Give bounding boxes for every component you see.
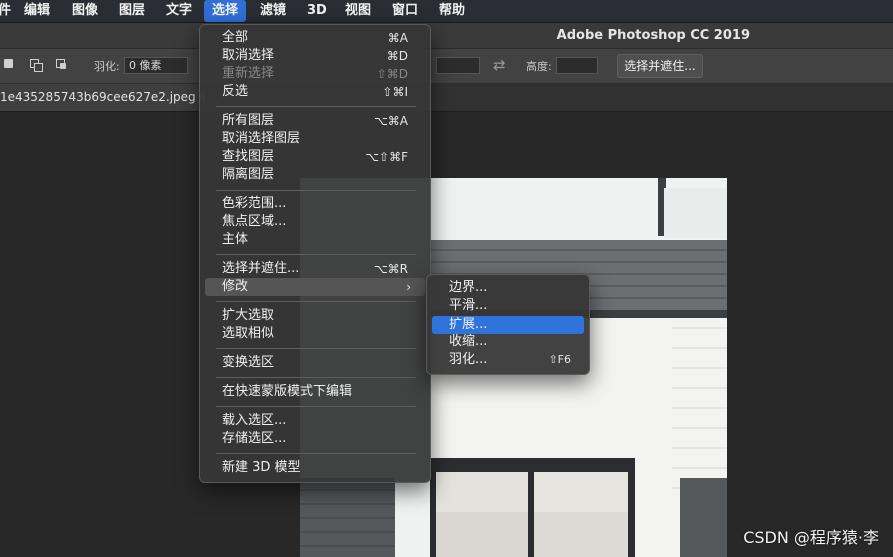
width-input[interactable]	[436, 57, 480, 74]
feather-label: 羽化:	[94, 60, 120, 73]
menu-item-focus-area[interactable]: 焦点区域...	[222, 213, 408, 231]
menu-separator	[216, 406, 416, 407]
menu-item-transform-selection[interactable]: 变换选区	[222, 354, 408, 372]
menu-type[interactable]: 文字	[160, 0, 198, 22]
modify-submenu: 边界... 平滑... 扩展... 收缩... 羽化... ⇧F6	[426, 274, 590, 375]
menu-item-similar[interactable]: 选取相似	[222, 325, 408, 343]
window-titlebar: Adobe Photoshop CC 2019	[0, 23, 893, 49]
new-selection-icon[interactable]	[4, 59, 18, 73]
menu-item-grow[interactable]: 扩大选取	[222, 307, 408, 325]
menu-separator	[216, 106, 416, 107]
intersect-selection-icon[interactable]	[56, 59, 70, 73]
menu-separator	[216, 453, 416, 454]
menu-item-isolate-layers[interactable]: 隔离图层	[222, 166, 408, 184]
menu-item-new-3d-model[interactable]: 新建 3D 模型	[222, 459, 408, 477]
height-label: 高度:	[526, 60, 552, 73]
menu-separator	[216, 348, 416, 349]
menu-separator	[216, 377, 416, 378]
menu-item-load-selection[interactable]: 载入选区...	[222, 412, 408, 430]
menu-item-all[interactable]: 全部 ⌘A	[222, 29, 408, 47]
app-title: Adobe Photoshop CC 2019	[556, 28, 750, 43]
menu-separator	[216, 254, 416, 255]
menu-item-color-range[interactable]: 色彩范围...	[222, 195, 408, 213]
menu-item-quick-mask[interactable]: 在快速蒙版模式下编辑	[222, 383, 408, 401]
menu-item-deselect[interactable]: 取消选择 ⌘D	[222, 47, 408, 65]
swap-icon[interactable]: ⇄	[493, 56, 506, 74]
submenu-item-border[interactable]: 边界...	[449, 279, 571, 297]
menu-item-modify[interactable]: 修改 ›	[205, 278, 425, 296]
height-input[interactable]	[556, 57, 598, 74]
menubar: 件 编辑 图像 图层 文字 选择 滤镜 3D 视图 窗口 帮助	[0, 0, 893, 23]
menu-edit[interactable]: 编辑	[18, 0, 56, 22]
menu-item-all-layers[interactable]: 所有图层 ⌥⌘A	[222, 112, 408, 130]
menu-item-subject[interactable]: 主体	[222, 231, 408, 249]
menu-image[interactable]: 图像	[66, 0, 104, 22]
menu-separator	[216, 301, 416, 302]
submenu-item-smooth[interactable]: 平滑...	[449, 297, 571, 315]
watermark: CSDN @程序猿·李	[743, 528, 879, 547]
menu-item-deselect-layers[interactable]: 取消选择图层	[222, 130, 408, 148]
menu-item-reselect: 重新选择 ⇧⌘D	[222, 66, 408, 81]
menu-filter[interactable]: 滤镜	[254, 0, 292, 22]
menu-item-save-selection[interactable]: 存储选区...	[222, 430, 408, 448]
submenu-item-contract[interactable]: 收缩...	[449, 333, 571, 351]
menu-item-find-layers[interactable]: 查找图层 ⌥⇧⌘F	[222, 148, 408, 166]
menu-view[interactable]: 视图	[339, 0, 377, 22]
menu-window[interactable]: 窗口	[386, 0, 424, 22]
menu-item-select-and-mask[interactable]: 选择并遮住... ⌥⌘R	[222, 260, 408, 278]
select-and-mask-button[interactable]: 选择并遮住...	[617, 54, 703, 78]
menu-layer[interactable]: 图层	[113, 0, 151, 22]
add-to-selection-icon[interactable]	[30, 59, 44, 73]
menu-file[interactable]: 件	[0, 0, 17, 22]
menu-item-inverse[interactable]: 反选 ⇧⌘I	[222, 83, 408, 101]
document-tab[interactable]: 1e435285743b69cee627e2.jpeg @	[0, 84, 205, 111]
menu-separator	[216, 190, 416, 191]
menu-select[interactable]: 选择	[204, 0, 247, 22]
options-bar: 羽化: 0 像素 ⇄ 高度: 选择并遮住...	[0, 49, 893, 84]
menu-help[interactable]: 帮助	[433, 0, 471, 22]
menu-3d[interactable]: 3D	[301, 0, 333, 22]
document-tab-bar: 1e435285743b69cee627e2.jpeg @	[0, 84, 893, 112]
chevron-right-icon: ›	[406, 280, 411, 294]
select-menu: 全部 ⌘A 取消选择 ⌘D 重新选择 ⇧⌘D 反选 ⇧⌘I 所有图层 ⌥⌘A 取消选择图层…	[199, 24, 431, 483]
submenu-item-expand[interactable]: 扩展...	[432, 316, 584, 334]
feather-input[interactable]: 0 像素	[124, 57, 188, 74]
submenu-item-feather[interactable]: 羽化... ⇧F6	[449, 351, 571, 369]
